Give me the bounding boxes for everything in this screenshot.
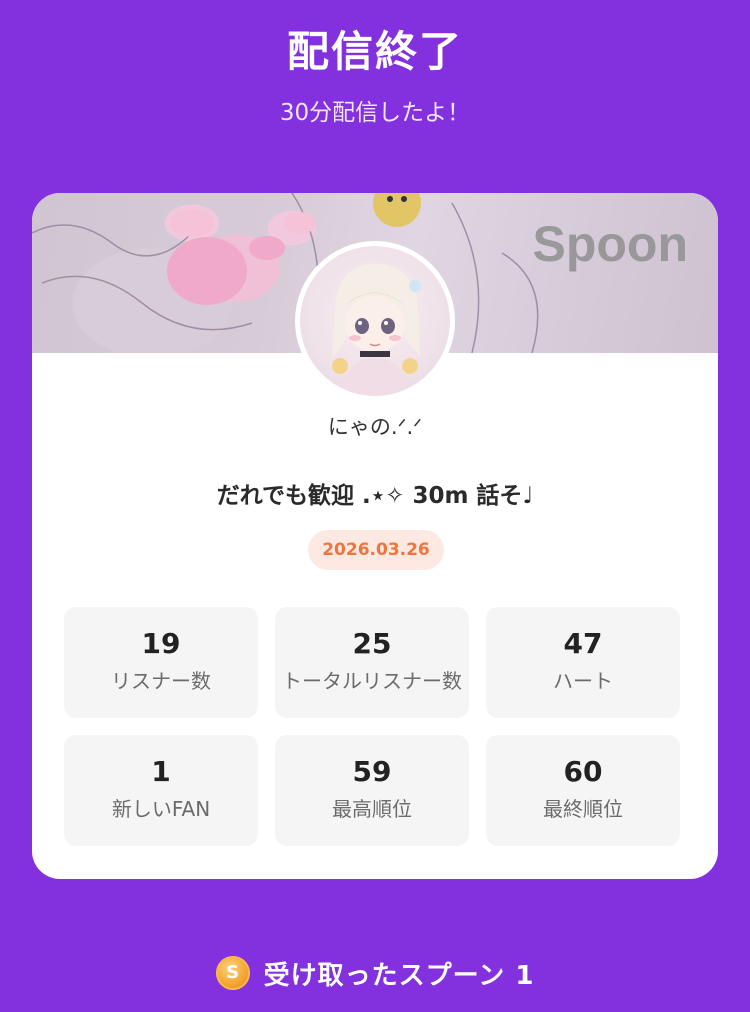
stat-value: 59 bbox=[352, 755, 392, 788]
spoon-coin-icon: S bbox=[215, 956, 250, 990]
stat-value: 47 bbox=[563, 627, 603, 660]
live-title: だれでも歓迎 .⋆✧ 30m 話そ♩ bbox=[216, 483, 534, 509]
stat-total-listeners: 25 トータルリスナー数 bbox=[275, 607, 469, 718]
stat-label: ハート bbox=[553, 669, 613, 693]
stat-final-rank: 60 最終順位 bbox=[486, 735, 680, 846]
live-end-screen: 配信終了 30分配信したよ！ Spoon にゃの.ᐟ.ᐟ だれでも歓迎 .⋆✧ … bbox=[0, 0, 750, 1012]
stats-grid: 19 リスナー数 25 トータルリスナー数 47 ハート 1 新しいFAN 59… bbox=[64, 607, 680, 846]
spoon-logo: Spoon bbox=[532, 216, 688, 272]
stat-highest-rank: 59 最高順位 bbox=[275, 735, 469, 846]
stat-label: 最高順位 bbox=[332, 797, 412, 821]
page-subtitle: 30分配信したよ！ bbox=[279, 100, 471, 126]
spoons-received: S 受け取ったスプーン 1 bbox=[0, 953, 750, 993]
avatar[interactable] bbox=[295, 241, 455, 401]
live-summary-card: Spoon にゃの.ᐟ.ᐟ だれでも歓迎 .⋆✧ 30m 話そ♩ 2026.03… bbox=[32, 193, 718, 879]
avatar-image bbox=[300, 246, 450, 396]
date-badge: 2026.03.26 bbox=[308, 530, 444, 570]
stat-value: 25 bbox=[352, 627, 392, 660]
stat-listeners: 19 リスナー数 bbox=[64, 607, 258, 718]
stat-hearts: 47 ハート bbox=[486, 607, 680, 718]
stat-label: 新しいFAN bbox=[111, 797, 211, 821]
dj-username: にゃの.ᐟ.ᐟ bbox=[327, 415, 423, 439]
page-title: 配信終了 bbox=[286, 27, 463, 76]
stat-label: 最終順位 bbox=[543, 797, 623, 821]
stat-value: 19 bbox=[141, 627, 181, 660]
stat-value: 60 bbox=[563, 755, 603, 788]
stat-value: 1 bbox=[151, 755, 171, 788]
spoons-received-text: 受け取ったスプーン 1 bbox=[263, 960, 535, 991]
stat-label: リスナー数 bbox=[111, 669, 211, 693]
stat-label: トータルリスナー数 bbox=[282, 669, 462, 693]
stat-new-fans: 1 新しいFAN bbox=[64, 735, 258, 846]
